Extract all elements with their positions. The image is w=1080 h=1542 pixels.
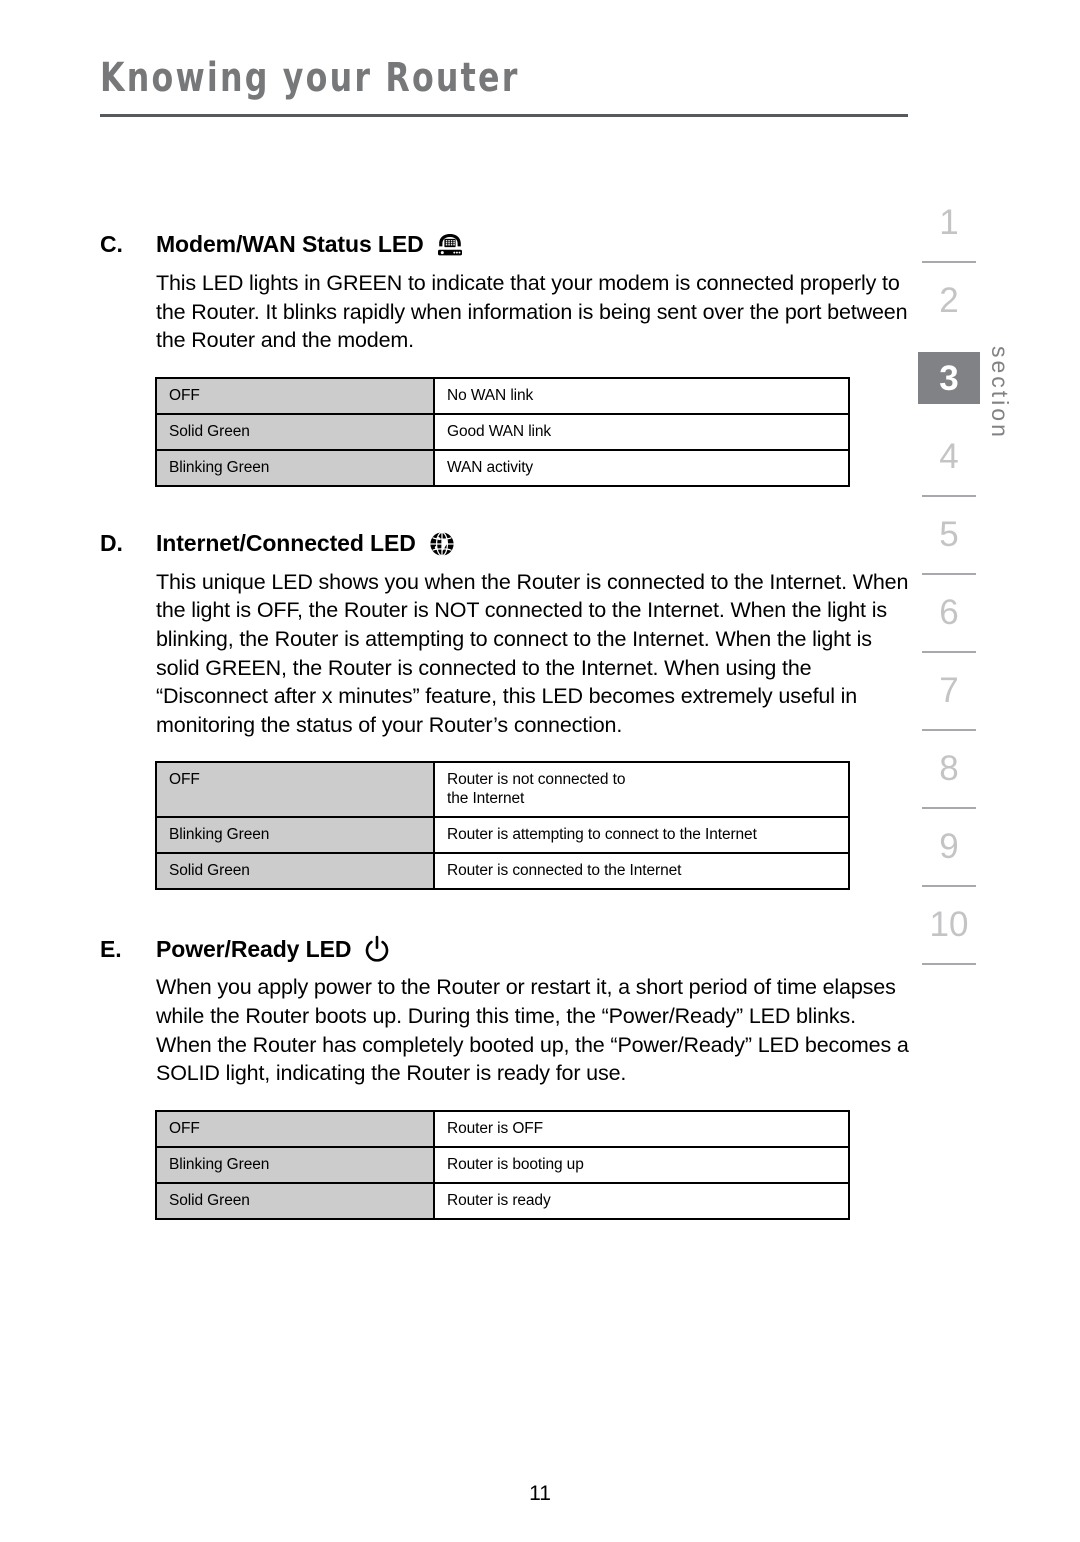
section-index-label: section	[987, 346, 1013, 440]
led-state: OFF	[155, 376, 435, 415]
led-meaning: Router is OFF	[433, 1109, 850, 1148]
table-row: Blinking Green Router is attempting to c…	[155, 816, 850, 855]
table-row: Solid Green Router is ready	[155, 1181, 850, 1220]
section-title: Internet/Connected LED	[156, 530, 416, 557]
section-index: 1 2 3 4 5 6 7 8 9 10 section	[900, 196, 1080, 976]
section-index-separator	[918, 482, 980, 508]
led-state: OFF	[155, 1109, 435, 1148]
section-body-text: This LED lights in GREEN to indicate tha…	[156, 271, 908, 353]
led-meaning: WAN activity	[433, 448, 850, 487]
section-index-item-8[interactable]: 8	[918, 742, 980, 794]
section-index-separator	[918, 716, 980, 742]
led-state: Solid Green	[155, 412, 435, 451]
main-content: C. Modem/WAN Status LED This LED lights …	[100, 230, 910, 1220]
led-state: Blinking Green	[155, 1145, 435, 1184]
led-state: Solid Green	[155, 852, 435, 891]
section-index-item-3[interactable]: 3	[918, 352, 980, 404]
section-index-item-1[interactable]: 1	[918, 196, 980, 248]
page-title: Knowing your Router	[100, 55, 520, 101]
section-body-text: This unique LED shows you when the Route…	[156, 569, 909, 737]
led-state: OFF	[155, 761, 435, 819]
led-meaning: Router is ready	[433, 1181, 850, 1220]
section-letter: D.	[100, 530, 123, 557]
section-title: Modem/WAN Status LED	[156, 231, 424, 258]
section-index-item-7[interactable]: 7	[918, 664, 980, 716]
section-index-separator	[918, 326, 980, 352]
section-index-item-5[interactable]: 5	[918, 508, 980, 560]
section-index-item-9[interactable]: 9	[918, 820, 980, 872]
table-row: OFF Router is OFF	[155, 1109, 850, 1148]
page-header: Knowing your Router	[100, 56, 910, 117]
table-row: Solid Green Router is connected to the I…	[155, 852, 850, 891]
led-state: Blinking Green	[155, 816, 435, 855]
led-meaning: Router is connected to the Internet	[433, 852, 850, 891]
section-index-separator	[918, 950, 980, 976]
section-title: Power/Ready LED	[156, 935, 352, 962]
globe-icon	[427, 529, 457, 559]
section-heading: E. Power/Ready LED	[100, 934, 910, 964]
led-status-table: OFF Router is not connected to the Inter…	[155, 761, 850, 891]
led-state: Blinking Green	[155, 448, 435, 487]
led-meaning: Router is not connected to the Internet	[433, 761, 850, 819]
section-index-separator	[918, 794, 980, 820]
page-number: 11	[529, 1482, 551, 1505]
section-index-item-2[interactable]: 2	[918, 274, 980, 326]
table-row: OFF Router is not connected to the Inter…	[155, 761, 850, 819]
led-status-table: OFF Router is OFF Blinking Green Router …	[155, 1109, 850, 1220]
section-modem-wan-status-led: C. Modem/WAN Status LED This LED lights …	[100, 230, 910, 487]
header-divider	[100, 114, 908, 117]
section-heading: C. Modem/WAN Status LED	[100, 230, 910, 260]
power-icon	[362, 934, 392, 964]
led-meaning: Router is attempting to connect to the I…	[433, 816, 850, 855]
section-index-separator	[918, 248, 980, 274]
table-row: Blinking Green Router is booting up	[155, 1145, 850, 1184]
led-state: Solid Green	[155, 1181, 435, 1220]
section-internet-connected-led: D. Internet/Connected LED This unique LE…	[100, 529, 910, 891]
section-index-separator	[918, 404, 980, 430]
led-meaning: No WAN link	[433, 376, 850, 415]
led-meaning: Router is booting up	[433, 1145, 850, 1184]
table-row: Solid Green Good WAN link	[155, 412, 850, 451]
section-power-ready-led: E. Power/Ready LED When you apply power …	[100, 934, 910, 1220]
section-index-separator	[918, 872, 980, 898]
section-body-text: When you apply power to the Router or re…	[156, 975, 909, 1086]
section-letter: C.	[100, 231, 123, 258]
section-index-numbers: 1 2 3 4 5 6 7 8 9 10	[918, 196, 980, 976]
table-row: OFF No WAN link	[155, 376, 850, 415]
section-index-item-4[interactable]: 4	[918, 430, 980, 482]
led-meaning: Good WAN link	[433, 412, 850, 451]
table-row: Blinking Green WAN activity	[155, 448, 850, 487]
section-letter: E.	[100, 935, 122, 962]
section-index-separator	[918, 638, 980, 664]
section-heading: D. Internet/Connected LED	[100, 529, 910, 559]
modem-icon	[435, 230, 465, 260]
section-index-separator	[918, 560, 980, 586]
led-status-table: OFF No WAN link Solid Green Good WAN lin…	[155, 376, 850, 487]
section-index-item-10[interactable]: 10	[918, 898, 980, 950]
section-index-item-6[interactable]: 6	[918, 586, 980, 638]
